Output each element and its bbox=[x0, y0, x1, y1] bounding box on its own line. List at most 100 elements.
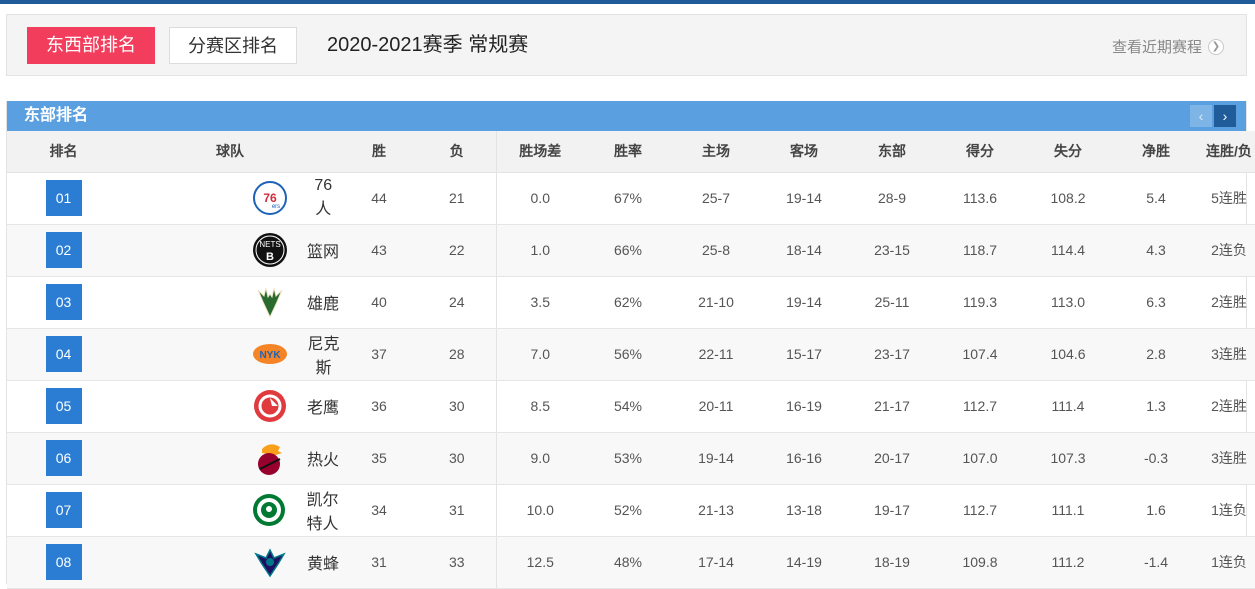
team-cell[interactable]: 热火 bbox=[120, 432, 340, 485]
stat-cell-home: 20-11 bbox=[672, 380, 760, 433]
stat-cell-pct: 54% bbox=[584, 380, 672, 433]
stat-cell-pa: 104.6 bbox=[1024, 328, 1112, 381]
recent-schedule-label: 查看近期赛程 bbox=[1111, 39, 1202, 56]
tab-division-standings[interactable]: 分赛区排名 bbox=[169, 27, 297, 64]
team-cell[interactable]: 老鹰 bbox=[120, 380, 340, 433]
stat-cell-home: 25-7 bbox=[672, 172, 760, 225]
nets-logo[interactable]: NETS B bbox=[251, 231, 289, 269]
column-header: 胜 bbox=[340, 131, 418, 173]
rank-cell: 07 bbox=[7, 484, 120, 537]
table-row[interactable]: 05 老鹰 36 30 8.5 54% 20-11 16-19 21-17 112.7 111.4 1… bbox=[7, 380, 1255, 433]
table-row[interactable]: 02 NETS B 篮网 43 22 1.0 66% 25-8 18-14 23-15 118.7 11… bbox=[7, 224, 1255, 277]
team-name[interactable]: 76人 bbox=[307, 177, 340, 219]
table-row[interactable]: 03 雄鹿 40 24 3.5 62% 21-10 19-14 25-11 119.3 113.0 6… bbox=[7, 276, 1255, 329]
stat-cell-diff: 4.3 bbox=[1112, 224, 1200, 277]
svg-text:NYK: NYK bbox=[259, 350, 281, 361]
rank-cell: 02 bbox=[7, 224, 120, 277]
bucks-logo[interactable] bbox=[251, 283, 289, 321]
stat-cell-streak: 1连负 bbox=[1200, 484, 1255, 537]
column-header: 胜率 bbox=[584, 131, 672, 173]
table-row[interactable]: 06 热火 35 30 9.0 53% 19-14 16-16 20-17 107.0 107.3-… bbox=[7, 432, 1255, 485]
stat-cell-l: 24 bbox=[418, 276, 497, 329]
stat-cell-streak: 2连胜 bbox=[1200, 276, 1255, 329]
stat-cell-l: 21 bbox=[418, 172, 497, 225]
stat-cell-pa: 111.4 bbox=[1024, 380, 1112, 433]
team-name[interactable]: 尼克斯 bbox=[307, 330, 340, 378]
stat-cell-streak: 5连胜 bbox=[1200, 172, 1255, 225]
stat-cell-w: 34 bbox=[340, 484, 418, 537]
celtics-logo[interactable] bbox=[251, 491, 287, 529]
stat-cell-home: 25-8 bbox=[672, 224, 760, 277]
stat-cell-conf: 21-17 bbox=[848, 380, 936, 433]
stat-cell-l: 33 bbox=[418, 536, 497, 589]
team-name[interactable]: 雄鹿 bbox=[307, 290, 339, 314]
stat-cell-away: 18-14 bbox=[760, 224, 848, 277]
team-name[interactable]: 凯尔特人 bbox=[305, 486, 340, 534]
stat-cell-home: 22-11 bbox=[672, 328, 760, 381]
stat-cell-l: 30 bbox=[418, 432, 497, 485]
svg-text:76: 76 bbox=[263, 191, 277, 205]
team-cell[interactable]: 雄鹿 bbox=[120, 276, 340, 329]
stat-cell-conf: 23-17 bbox=[848, 328, 936, 381]
stat-cell-l: 31 bbox=[418, 484, 497, 537]
stat-cell-pct: 66% bbox=[584, 224, 672, 277]
rank-cell: 08 bbox=[7, 536, 120, 589]
column-header: 连胜/负 bbox=[1200, 131, 1255, 173]
stat-cell-away: 19-14 bbox=[760, 276, 848, 329]
stat-cell-pct: 62% bbox=[584, 276, 672, 329]
stat-cell-pf: 107.4 bbox=[936, 328, 1024, 381]
stat-cell-pf: 107.0 bbox=[936, 432, 1024, 485]
stat-cell-w: 43 bbox=[340, 224, 418, 277]
stat-cell-streak: 1连负 bbox=[1200, 536, 1255, 589]
stat-cell-streak: 3连胜 bbox=[1200, 328, 1255, 381]
team-cell[interactable]: 黄蜂 bbox=[120, 536, 340, 589]
team-cell[interactable]: 凯尔特人 bbox=[120, 484, 340, 537]
rank-badge: 06 bbox=[45, 440, 82, 476]
knicks-logo[interactable]: NYK bbox=[251, 335, 289, 373]
76ers-logo[interactable]: 76 ers bbox=[251, 179, 289, 217]
table-row[interactable]: 08 黄蜂 31 33 12.5 48% 17-14 14-19 18-19 109.8 111.2… bbox=[7, 536, 1255, 589]
prev-page-button[interactable]: ‹ bbox=[1190, 105, 1212, 127]
team-cell[interactable]: 76 ers 76人 bbox=[120, 172, 340, 225]
rank-cell: 04 bbox=[7, 328, 120, 381]
stat-cell-diff: 2.8 bbox=[1112, 328, 1200, 381]
table-row[interactable]: 01 76 ers 76人 44 21 0.0 67% 25-7 19-14 28-9 113.6 10… bbox=[7, 172, 1255, 225]
next-page-button[interactable]: › bbox=[1214, 105, 1236, 127]
stat-cell-home: 21-10 bbox=[672, 276, 760, 329]
stat-cell-away: 13-18 bbox=[760, 484, 848, 537]
stat-cell-pa: 114.4 bbox=[1024, 224, 1112, 277]
stat-cell-streak: 2连胜 bbox=[1200, 380, 1255, 433]
stat-cell-conf: 28-9 bbox=[848, 172, 936, 225]
rank-badge: 04 bbox=[45, 336, 82, 372]
team-cell[interactable]: NETS B 篮网 bbox=[120, 224, 340, 277]
rank-badge: 02 bbox=[45, 232, 82, 268]
team-name[interactable]: 热火 bbox=[307, 446, 339, 470]
tab-conference-standings[interactable]: 东西部排名 bbox=[27, 27, 155, 64]
svg-text:NETS: NETS bbox=[259, 240, 280, 249]
column-header: 东部 bbox=[848, 131, 936, 173]
top-accent-line bbox=[0, 0, 1255, 4]
table-header-row: 排名 球队胜负胜场差 胜率 主场 客场 东部 得分 失分 净胜 连胜/负 bbox=[7, 131, 1255, 173]
hornets-logo[interactable] bbox=[251, 543, 289, 581]
team-name[interactable]: 篮网 bbox=[307, 238, 339, 262]
stat-cell-w: 35 bbox=[340, 432, 418, 485]
stat-cell-pct: 52% bbox=[584, 484, 672, 537]
stat-cell-diff: -1.4 bbox=[1112, 536, 1200, 589]
table-row[interactable]: 07 凯尔特人 34 31 10.0 52% 21-13 13-18 19-17 112.7 111… bbox=[7, 484, 1255, 537]
hawks-logo[interactable] bbox=[251, 387, 289, 425]
pager: ‹ › bbox=[1190, 105, 1236, 127]
team-cell[interactable]: NYK 尼克斯 bbox=[120, 328, 340, 381]
standings-header: 东西部排名 分赛区排名 2020-2021赛季 常规赛 查看近期赛程 ❯ bbox=[6, 14, 1247, 76]
heat-logo[interactable] bbox=[251, 439, 289, 477]
svg-text:ers: ers bbox=[272, 204, 280, 210]
stat-cell-away: 15-17 bbox=[760, 328, 848, 381]
rank-badge: 01 bbox=[45, 180, 82, 216]
stat-cell-conf: 20-17 bbox=[848, 432, 936, 485]
team-name[interactable]: 黄蜂 bbox=[307, 550, 339, 574]
stat-cell-pa: 107.3 bbox=[1024, 432, 1112, 485]
rank-badge: 03 bbox=[45, 284, 82, 320]
stat-cell-l: 28 bbox=[418, 328, 497, 381]
recent-schedule-link[interactable]: 查看近期赛程 ❯ bbox=[1112, 36, 1224, 57]
table-row[interactable]: 04 NYK 尼克斯 37 28 7.0 56% 22-11 15-17 23-17 107.4 10… bbox=[7, 328, 1255, 381]
team-name[interactable]: 老鹰 bbox=[307, 394, 339, 418]
